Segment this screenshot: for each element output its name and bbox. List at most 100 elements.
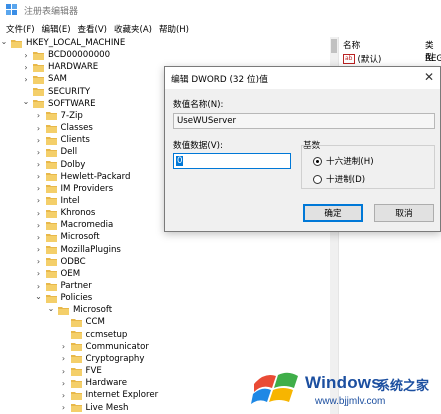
tree-node[interactable]: › Live Mesh [60,402,129,414]
watermark-url: www.bjjmlv.com [315,396,386,407]
chevron-right-icon[interactable]: › [35,196,43,205]
tree-node[interactable]: SECURITY [22,86,90,98]
tree-node-label: Partner [60,281,92,291]
tree-node[interactable]: ⌄ Policies [35,292,92,304]
chevron-right-icon[interactable]: › [35,160,43,169]
tree-node[interactable]: › FVE [60,365,102,377]
chevron-right-icon[interactable]: › [35,172,43,181]
tree-node-label: 7-Zip [60,110,83,121]
chevron-down-icon[interactable]: ⌄ [47,304,55,313]
chevron-right-icon[interactable]: › [60,367,68,376]
tree-node[interactable]: › Khronos [35,207,96,219]
chevron-right-icon[interactable]: › [60,403,68,412]
tree-node[interactable]: › Hardware [60,377,127,389]
chevron-right-icon[interactable]: › [35,184,43,193]
chevron-right-icon[interactable]: › [60,391,68,400]
tree-node[interactable]: › HARDWARE [22,61,98,73]
value-data-input[interactable]: 0 [173,153,291,169]
tree-node[interactable]: › Classes [35,122,93,134]
dialog-title-bar: 编辑 DWORD (32 位)值 ✕ [165,67,440,89]
tree-node[interactable]: › Intel [35,195,80,207]
chevron-right-icon[interactable]: › [60,354,68,363]
watermark: Windows 系统之家 www.bjjmlv.com [250,362,441,414]
edit-dword-dialog: 编辑 DWORD (32 位)值 ✕ 数值名称(N): UseWUServer … [164,66,441,232]
tree-node[interactable]: ⌄ SOFTWARE [22,97,96,110]
tree-node-label: Dell [60,147,78,158]
tree-node[interactable]: › Dolby [35,159,86,171]
chevron-right-icon[interactable]: › [22,63,30,72]
chevron-right-icon[interactable]: › [35,124,43,133]
tree-node-label: Khronos [60,208,96,219]
tree-node-label: Dolby [60,159,86,170]
menu-edit[interactable]: 编辑(E) [42,23,71,35]
chevron-right-icon[interactable]: › [35,221,43,230]
folder-icon [70,391,82,400]
value-row-type: REG [425,54,441,64]
tree-node[interactable]: › OEM [35,268,80,280]
tree-node-label: Cryptography [85,353,145,364]
chevron-down-icon[interactable]: ⌄ [0,37,8,46]
tree-node[interactable]: CCM [60,316,105,328]
tree-node[interactable]: › 7-Zip [35,110,83,122]
radio-hex[interactable]: 十六进制(H) [313,155,374,167]
tree-node-label: Hewlett-Packard [60,171,131,182]
tree-node[interactable]: › Internet Explorer [60,389,158,401]
menu-bar: 文件(F) 编辑(E) 查看(V) 收藏夹(A) 帮助(H) [0,20,441,37]
tree-node[interactable]: › Communicator [60,341,149,353]
chevron-right-icon[interactable]: › [35,136,43,145]
chevron-right-icon[interactable]: › [60,379,68,388]
folder-icon [45,184,57,194]
chevron-right-icon[interactable]: › [35,111,43,120]
chevron-right-icon[interactable]: › [22,51,30,60]
radio-decimal-label[interactable]: 十进制(D) [326,173,365,185]
folder-icon [45,245,57,255]
tree-node[interactable]: › ODBC [35,256,86,268]
tree-node[interactable]: › Cryptography [60,353,145,365]
tree-node[interactable]: › Partner [35,280,92,292]
chevron-right-icon[interactable]: › [60,342,68,351]
column-header-name[interactable]: 名称 [343,39,360,51]
chevron-down-icon[interactable]: ⌄ [22,97,30,106]
menu-view[interactable]: 查看(V) [78,23,107,35]
menu-file[interactable]: 文件(F) [6,23,35,35]
chevron-right-icon[interactable]: › [35,233,43,242]
folder-icon [45,209,57,218]
tree-node[interactable]: › MozillaPlugins [35,244,121,256]
ok-button[interactable]: 确定 [303,204,363,222]
chevron-down-icon[interactable]: ⌄ [35,292,43,301]
chevron-right-icon[interactable]: › [35,257,43,266]
chevron-right-icon[interactable]: › [35,148,43,157]
chevron-right-icon[interactable]: › [22,75,30,84]
close-icon[interactable]: ✕ [424,70,434,84]
radio-hex-circle[interactable] [313,156,322,166]
tree-node[interactable]: › Hewlett-Packard [35,171,131,183]
tree-node[interactable]: › Microsoft [35,231,100,243]
tree-node-label: HKEY_LOCAL_MACHINE [26,38,126,48]
tree-node[interactable]: › BCD00000000 [22,49,110,61]
tree-node[interactable]: › Clients [35,134,90,146]
value-row-default[interactable]: ab (默认) REG [343,53,441,65]
folder-icon [45,269,57,279]
tree-node[interactable]: › IM Providers [35,183,113,195]
menu-help[interactable]: 帮助(H) [159,23,189,35]
radio-hex-label[interactable]: 十六进制(H) [326,155,374,167]
tree-node-label: CCM [85,317,105,328]
tree-node[interactable]: › Macromedia [35,219,113,231]
folder-icon [45,282,57,291]
cancel-button[interactable]: 取消 [374,204,434,222]
tree-node[interactable]: ⌄ Microsoft [47,304,112,316]
chevron-right-icon[interactable]: › [35,245,43,254]
tree-node[interactable]: › Dell [35,146,78,158]
tree-scrollbar-thumb[interactable] [331,39,337,53]
folder-icon [58,306,69,315]
folder-icon [45,136,57,145]
tree-node[interactable]: ccmsetup [60,329,127,341]
tree-node[interactable]: › SAM [22,73,67,85]
chevron-right-icon[interactable]: › [35,282,43,291]
radio-decimal-circle[interactable] [313,174,322,184]
radio-decimal[interactable]: 十进制(D) [313,173,365,185]
chevron-right-icon[interactable]: › [35,269,43,278]
menu-favorites[interactable]: 收藏夹(A) [114,23,152,35]
tree-node[interactable]: ⌄ HKEY_LOCAL_MACHINE [0,37,126,49]
chevron-right-icon[interactable]: › [35,209,43,218]
